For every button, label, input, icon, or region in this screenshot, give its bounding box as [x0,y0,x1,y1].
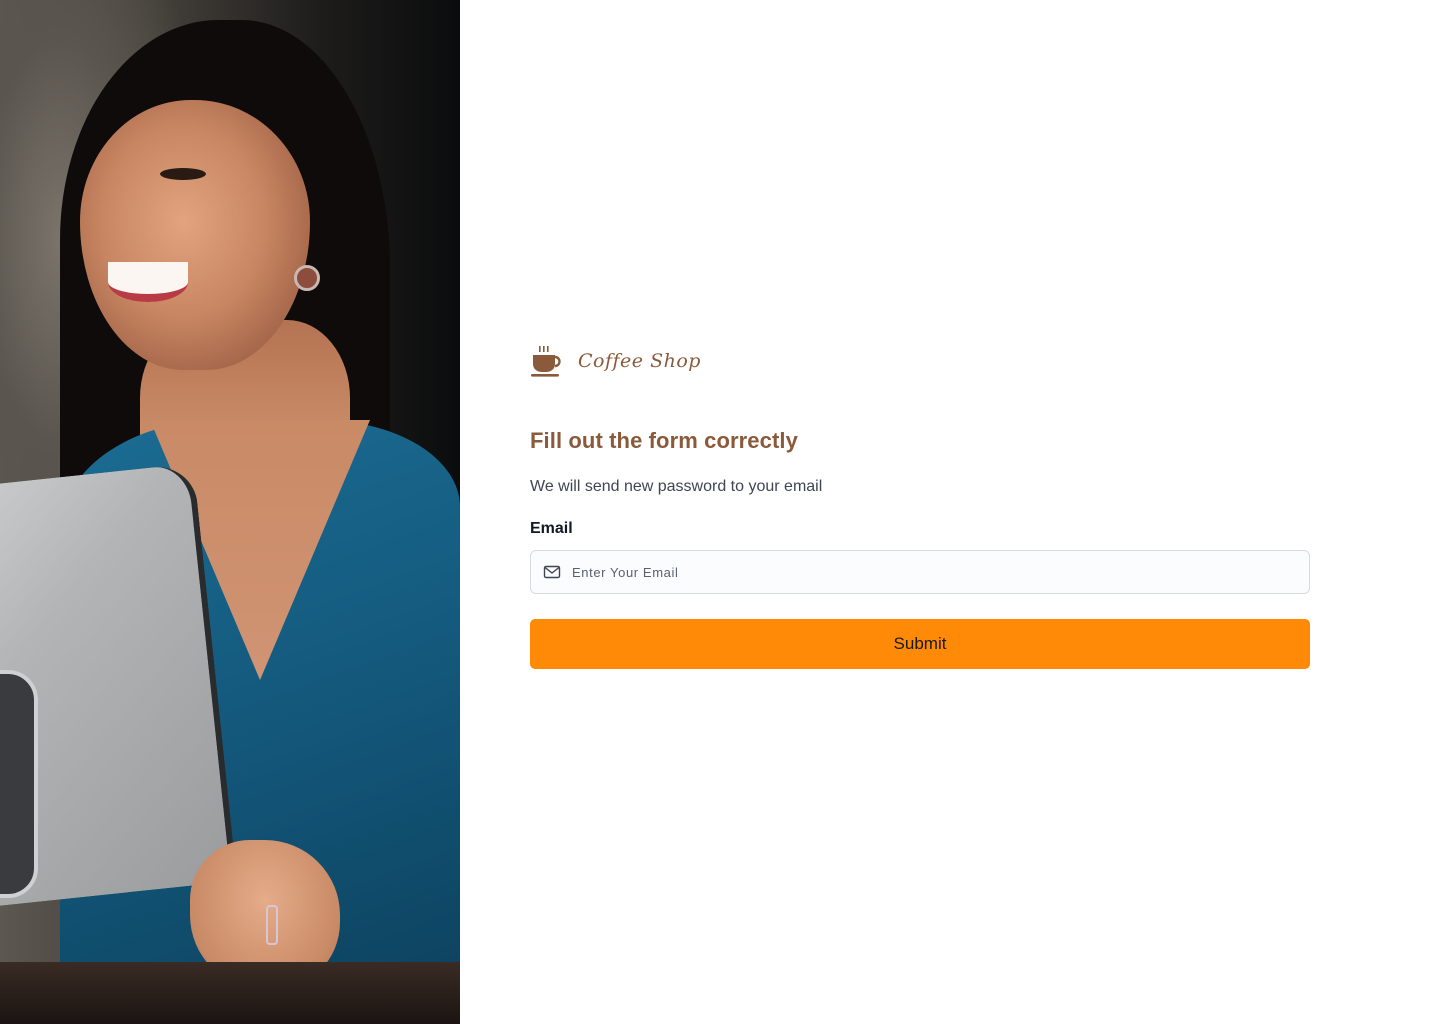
page: Coffee Shop Fill out the form correctly … [0,0,1440,1024]
photo-face [80,100,310,370]
photo-eye [160,168,206,180]
photo-ring [266,905,278,945]
mail-icon [543,563,561,581]
coffee-cup-icon [530,344,564,378]
email-label: Email [530,520,573,537]
submit-button[interactable]: Submit [530,619,1310,669]
photo-table [0,962,460,1024]
photo-earring [294,265,320,291]
email-field-container[interactable] [530,550,1310,594]
form-panel: Coffee Shop Fill out the form correctly … [460,0,1440,1024]
brand-name: Coffee Shop [578,350,701,372]
brand-logo: Coffee Shop [530,340,1310,382]
form-subtitle: We will send new password to your email [530,478,823,495]
photo-smile [108,262,188,302]
email-input[interactable] [570,551,1297,593]
photo-laptop-edge [0,670,38,898]
form-title: Fill out the form correctly [530,428,798,453]
reset-password-form: Coffee Shop Fill out the form correctly … [530,340,1310,669]
hero-photo [0,0,460,1024]
